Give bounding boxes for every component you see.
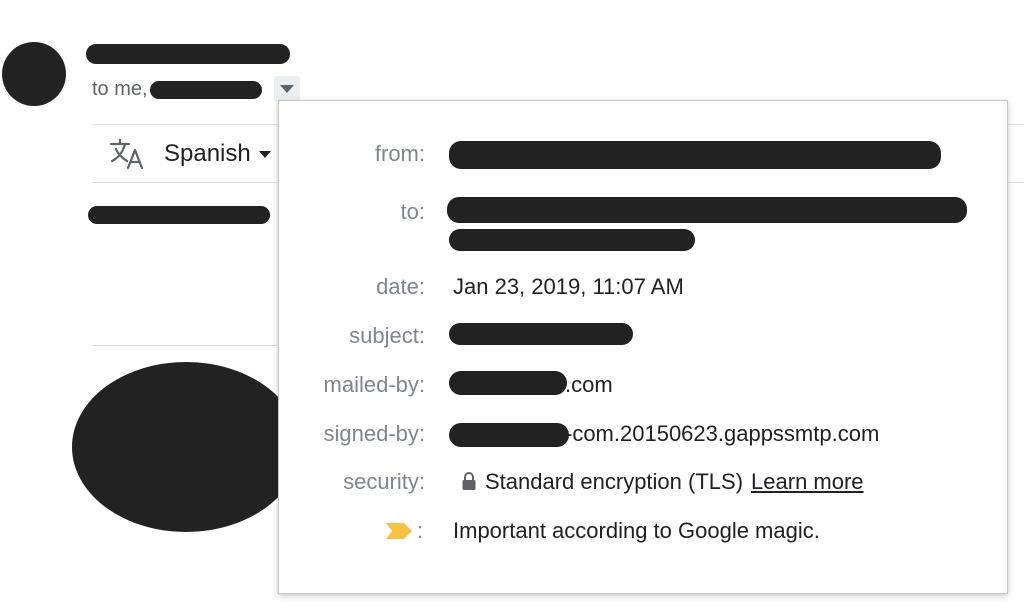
learn-more-link[interactable]: Learn more — [751, 469, 864, 494]
security-text: Standard encryption (TLS) — [485, 469, 744, 494]
chevron-down-icon — [280, 85, 294, 93]
sender-avatar — [2, 42, 66, 106]
subject-label: subject: — [349, 323, 425, 348]
to-value-redacted — [447, 197, 967, 223]
importance-label: : — [417, 518, 424, 543]
mailed-by-suffix: .com — [565, 372, 613, 397]
image-redacted — [72, 362, 300, 532]
to-prefix: to me, — [92, 78, 148, 100]
date-label: date: — [376, 274, 425, 299]
recipients-line: to me, — [92, 78, 262, 101]
security-label: security: — [343, 469, 425, 494]
from-label: from: — [374, 141, 425, 166]
importance-text: Important according to Google magic. — [453, 518, 820, 543]
message-separator — [92, 345, 292, 346]
from-value-redacted — [449, 141, 941, 169]
language-label: Spanish — [164, 140, 251, 167]
date-value: Jan 23, 2019, 11:07 AM — [453, 274, 684, 299]
recipient-redacted — [149, 80, 262, 99]
message-body-redacted — [88, 206, 270, 224]
mailed-by-redacted — [449, 371, 567, 395]
importance-marker-icon — [386, 523, 412, 539]
mailed-by-label: mailed-by: — [323, 372, 425, 397]
to-value-redacted-2 — [449, 229, 695, 251]
sender-name-redacted — [86, 44, 290, 64]
message-details-popup: from: to: date: Jan 23, 2019, 11:07 AM s… — [278, 100, 1008, 594]
security-value: Standard encryption (TLS) Learn more — [461, 469, 864, 495]
translate-icon — [109, 138, 144, 170]
subject-value-redacted — [449, 323, 633, 345]
language-dropdown[interactable]: Spanish — [164, 140, 271, 168]
to-label: to: — [400, 199, 425, 224]
signed-by-label: signed-by: — [323, 421, 425, 446]
signed-by-suffix: -com.20150623.gappssmtp.com — [565, 421, 880, 446]
caret-down-icon — [258, 150, 271, 158]
signed-by-redacted — [449, 423, 569, 447]
lock-icon — [462, 472, 476, 490]
show-details-button[interactable] — [274, 76, 300, 102]
